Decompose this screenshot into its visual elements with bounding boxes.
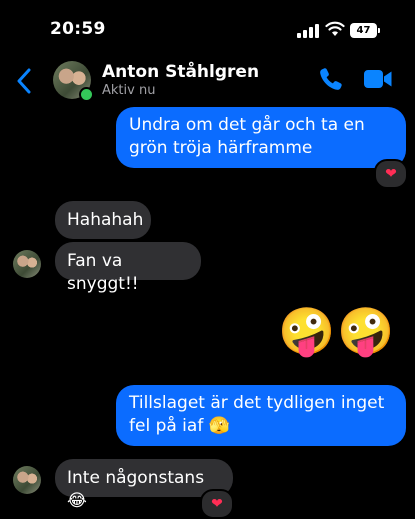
battery-icon: 47 — [350, 23, 377, 38]
wifi-icon — [325, 21, 345, 36]
heart-icon[interactable]: ❤ — [374, 159, 408, 189]
sender-avatar[interactable] — [13, 250, 41, 278]
signal-icon — [297, 24, 319, 38]
message-bubble-incoming[interactable]: Hahahah — [55, 201, 151, 239]
phone-icon[interactable] — [318, 66, 344, 92]
emoji-message[interactable]: 🤪 — [278, 303, 335, 359]
online-indicator — [79, 87, 94, 102]
status-time: 20:59 — [50, 19, 106, 39]
message-bubble-outgoing[interactable]: Tillslaget är det tydligen inget fel på … — [116, 385, 406, 446]
sender-avatar[interactable] — [13, 466, 41, 494]
emoji-message[interactable]: 🤪 — [337, 303, 394, 359]
contact-status: Aktiv nu — [102, 83, 156, 98]
message-bubble-outgoing[interactable]: Undra om det går och ta en grön tröja hä… — [116, 107, 406, 168]
battery-tip — [378, 28, 380, 33]
heart-icon[interactable]: ❤ — [200, 489, 234, 519]
back-chevron-icon[interactable] — [16, 68, 32, 94]
video-camera-icon[interactable] — [363, 68, 393, 90]
message-bubble-incoming[interactable]: Fan va snyggt!! — [55, 242, 201, 294]
contact-name[interactable]: Anton Ståhlgren — [102, 62, 259, 82]
